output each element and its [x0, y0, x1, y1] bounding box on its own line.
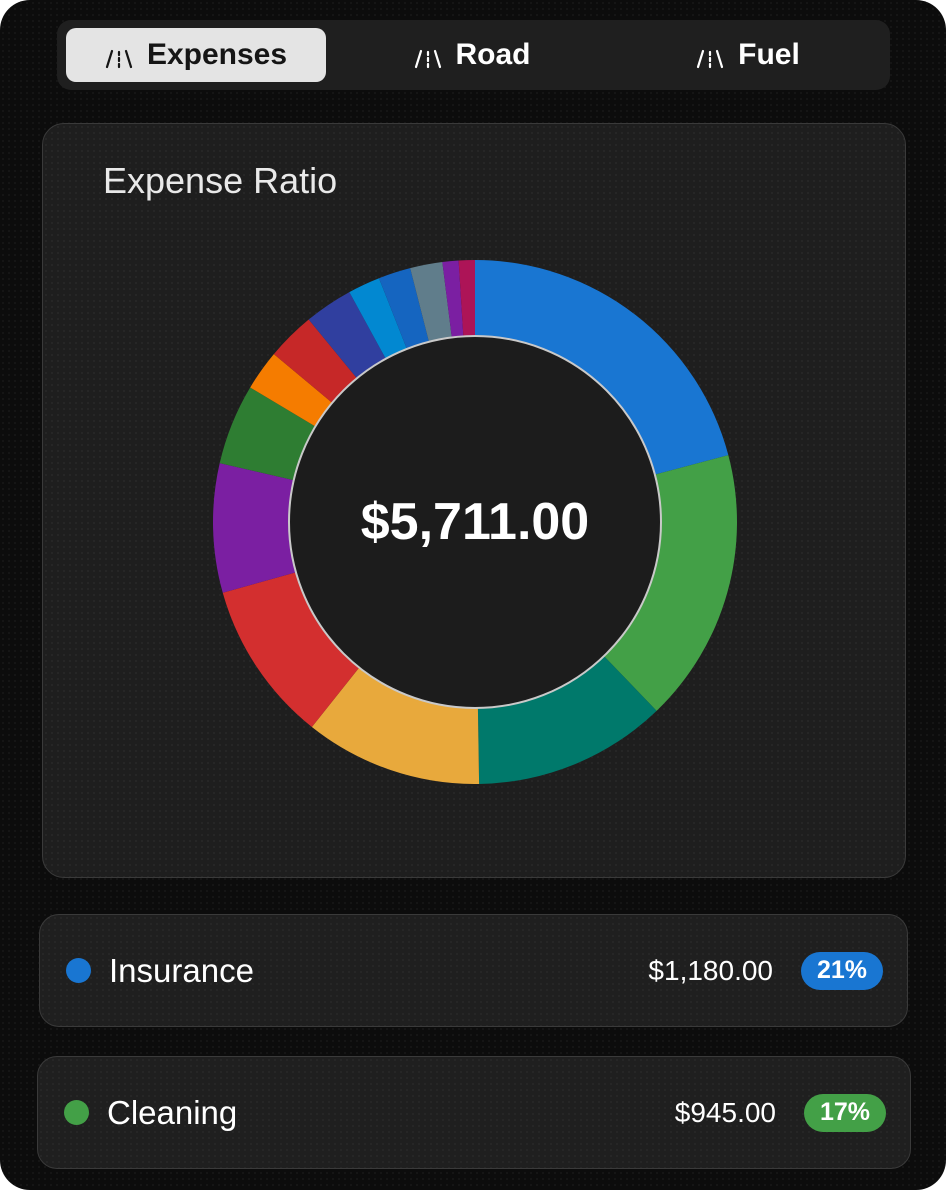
- app-screen: Expenses Road Fuel Expense Ratio $5,711.…: [0, 0, 946, 1190]
- list-item[interactable]: Cleaning $945.00 17%: [37, 1056, 911, 1169]
- tab-road[interactable]: Road: [339, 28, 605, 82]
- donut-slice[interactable]: [213, 463, 298, 593]
- category-name: Insurance: [109, 951, 254, 989]
- donut-svg: [213, 260, 737, 784]
- tab-label: Fuel: [738, 38, 800, 71]
- category-amount: $1,180.00: [648, 954, 773, 986]
- percent-badge: 17%: [804, 1093, 886, 1132]
- tab-expenses[interactable]: Expenses: [66, 28, 326, 82]
- road-icon: [105, 44, 133, 69]
- category-segmented-control: Expenses Road Fuel: [57, 20, 890, 90]
- expense-donut-chart: $5,711.00: [213, 260, 737, 784]
- road-icon: [414, 44, 442, 69]
- donut-center: [288, 335, 662, 709]
- tab-label: Road: [455, 38, 531, 71]
- category-color-dot: [64, 1100, 89, 1125]
- category-name: Cleaning: [107, 1093, 238, 1131]
- road-icon: [696, 44, 724, 69]
- percent-badge: 21%: [801, 951, 883, 990]
- list-item[interactable]: Insurance $1,180.00 21%: [39, 914, 908, 1027]
- category-amount: $945.00: [674, 1096, 776, 1128]
- expense-ratio-card: Expense Ratio $5,711.00: [42, 123, 906, 878]
- tab-fuel[interactable]: Fuel: [615, 28, 881, 82]
- card-title: Expense Ratio: [103, 160, 338, 201]
- category-color-dot: [66, 958, 91, 983]
- tab-label: Expenses: [146, 38, 288, 71]
